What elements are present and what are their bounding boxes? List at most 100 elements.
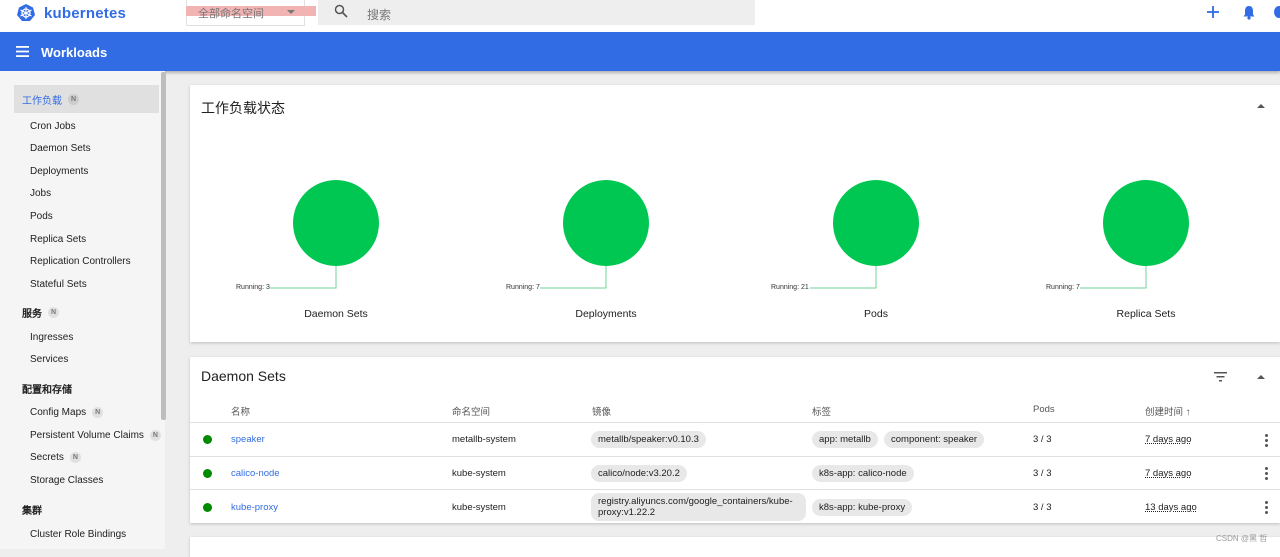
image-chip: metallb/speaker:v0.10.3	[591, 431, 706, 448]
menu-icon[interactable]	[16, 46, 29, 57]
image-chip-line: proxy:v1.22.2	[598, 507, 656, 518]
sidebar-item-storage-classes[interactable]: Storage Classes	[30, 475, 103, 486]
row-divider	[190, 489, 1280, 490]
daemon-set-name-link[interactable]: speaker	[231, 434, 265, 445]
running-slice[interactable]	[1103, 180, 1189, 266]
helm-wheel-icon	[17, 4, 35, 21]
running-slice[interactable]	[833, 180, 919, 266]
sidebar-scrollbar[interactable]	[161, 72, 166, 420]
sidebar-item-label: Jobs	[30, 188, 52, 199]
sidebar-item-label: Replica Sets	[30, 234, 87, 245]
namespace-cell: kube-system	[452, 468, 506, 479]
label-chip: k8s-app: calico-node	[812, 465, 914, 482]
column-header-labels: 标签	[812, 407, 832, 418]
sidebar-item-label: 工作负载	[22, 95, 62, 107]
sidebar-item-jobs[interactable]: Jobs	[30, 188, 51, 199]
namespaced-badge: N	[48, 307, 59, 318]
sidebar-item-pods[interactable]: Pods	[30, 211, 53, 222]
more-vert-icon[interactable]	[1265, 501, 1268, 516]
chart-label-deployments[interactable]: Deployments	[526, 308, 686, 320]
daemon-sets-title: Daemon Sets	[201, 368, 286, 384]
chart-label-pods[interactable]: Pods	[796, 308, 956, 320]
column-header-label: 创建时间	[1145, 407, 1184, 418]
sidebar-item-replica-sets[interactable]: Replica Sets	[30, 234, 86, 245]
search-icon	[334, 4, 348, 18]
label-chip: component: speaker	[884, 431, 985, 448]
account-icon[interactable]	[1274, 6, 1280, 18]
daemon-set-name-link[interactable]: calico-node	[231, 468, 280, 479]
collapse-icon[interactable]	[1257, 375, 1265, 379]
sidebar-item-label: Deployments	[30, 166, 89, 177]
more-vert-icon[interactable]	[1265, 434, 1268, 449]
sidebar-item-ingresses[interactable]: Ingresses	[30, 332, 73, 343]
workload-status-charts	[270, 180, 1189, 289]
sidebar-item-replication-controllers[interactable]: Replication Controllers	[30, 256, 131, 267]
plus-icon[interactable]	[1206, 5, 1220, 19]
sidebar-item-label: Stateful Sets	[30, 279, 87, 290]
status-ok-icon	[203, 435, 212, 444]
namespace-cell: kube-system	[452, 502, 506, 513]
sidebar-item-stateful-sets[interactable]: Stateful Sets	[30, 279, 87, 290]
row-divider	[190, 456, 1280, 457]
bell-icon[interactable]	[1242, 5, 1256, 20]
chart-label-daemon-sets[interactable]: Daemon Sets	[256, 308, 416, 320]
caret-down-icon[interactable]	[287, 10, 295, 14]
sidebar-item-secrets[interactable]: Secrets N	[30, 452, 81, 463]
sidebar-item-daemon-sets[interactable]: Daemon Sets	[30, 143, 91, 154]
logo-text: kubernetes	[44, 4, 127, 22]
sidebar-item-label: Cluster Role Bindings	[30, 529, 127, 540]
namespaced-badge: N	[149, 430, 161, 441]
sidebar-item-label: 集群	[22, 506, 42, 517]
search-input[interactable]: 搜索	[367, 6, 391, 23]
sidebar-item-cluster[interactable]: 集群	[22, 502, 42, 517]
running-label-pods: Running: 21	[771, 284, 809, 291]
column-header-namespace[interactable]: 命名空间	[452, 404, 490, 418]
namespaced-badge: N	[69, 452, 81, 463]
sidebar-item-services-group[interactable]: 服务 N	[22, 305, 59, 320]
row-divider	[190, 422, 1280, 423]
sidebar-item-workloads[interactable]: 工作负载 N	[14, 85, 159, 113]
leader-line	[540, 266, 607, 289]
sort-arrow-up-icon: ↑	[1185, 407, 1191, 418]
namespaced-badge: N	[92, 407, 104, 418]
column-header-pods: Pods	[1033, 404, 1055, 415]
more-vert-icon[interactable]	[1265, 467, 1268, 482]
kubernetes-logo[interactable]: kubernetes	[16, 3, 126, 23]
leader-line	[1080, 266, 1147, 289]
label-chip: k8s-app: kube-proxy	[812, 499, 913, 516]
daemon-set-name-link[interactable]: kube-proxy	[231, 502, 278, 513]
sidebar-item-label: Config Maps	[30, 407, 87, 418]
image-chip-line: registry.aliyuncs.com/google_containers/…	[598, 496, 793, 507]
sidebar-item-label: Services	[30, 354, 69, 365]
pods-cell: 3 / 3	[1033, 502, 1052, 513]
column-header-created[interactable]: 创建时间 ↑	[1145, 404, 1191, 418]
app-bar: Workloads	[0, 32, 1280, 71]
namespace-cell: metallb-system	[452, 434, 516, 445]
sidebar-item-label: 配置和存储	[22, 385, 72, 396]
running-slice[interactable]	[563, 180, 649, 266]
sidebar-item-label: Daemon Sets	[30, 143, 91, 154]
sidebar-item-cluster-role-bindings[interactable]: Cluster Role Bindings	[30, 529, 126, 540]
sidebar-item-persistent-volume-claims[interactable]: Persistent Volume Claims N	[30, 430, 161, 441]
sidebar-item-label: Pods	[30, 211, 53, 222]
sidebar-item-config-maps[interactable]: Config Maps N	[30, 407, 104, 418]
running-slice[interactable]	[293, 180, 379, 266]
sidebar-item-deployments[interactable]: Deployments	[30, 166, 88, 177]
sidebar-item-cron-jobs[interactable]: Cron Jobs	[30, 121, 76, 132]
pods-cell: 3 / 3	[1033, 434, 1052, 445]
chart-label-replica-sets[interactable]: Replica Sets	[1066, 308, 1226, 320]
sidebar-item-services[interactable]: Services	[30, 354, 68, 365]
status-ok-icon	[203, 503, 212, 512]
image-chip: calico/node:v3.20.2	[591, 465, 687, 482]
status-ok-icon	[203, 469, 212, 478]
sidebar-item-label: Replication Controllers	[30, 256, 131, 267]
sidebar-item-label: Cron Jobs	[30, 121, 76, 132]
age-cell: 13 days ago	[1145, 502, 1197, 513]
filter-icon[interactable]	[1214, 372, 1227, 382]
sidebar-item-config-storage[interactable]: 配置和存储	[22, 381, 72, 396]
sidebar-item-label: 服务	[22, 309, 42, 320]
sidebar-item-label: Storage Classes	[30, 475, 104, 486]
column-header-name[interactable]: 名称	[231, 404, 250, 418]
leader-line	[810, 266, 877, 289]
sidebar-item-label: Persistent Volume Claims	[30, 430, 144, 441]
